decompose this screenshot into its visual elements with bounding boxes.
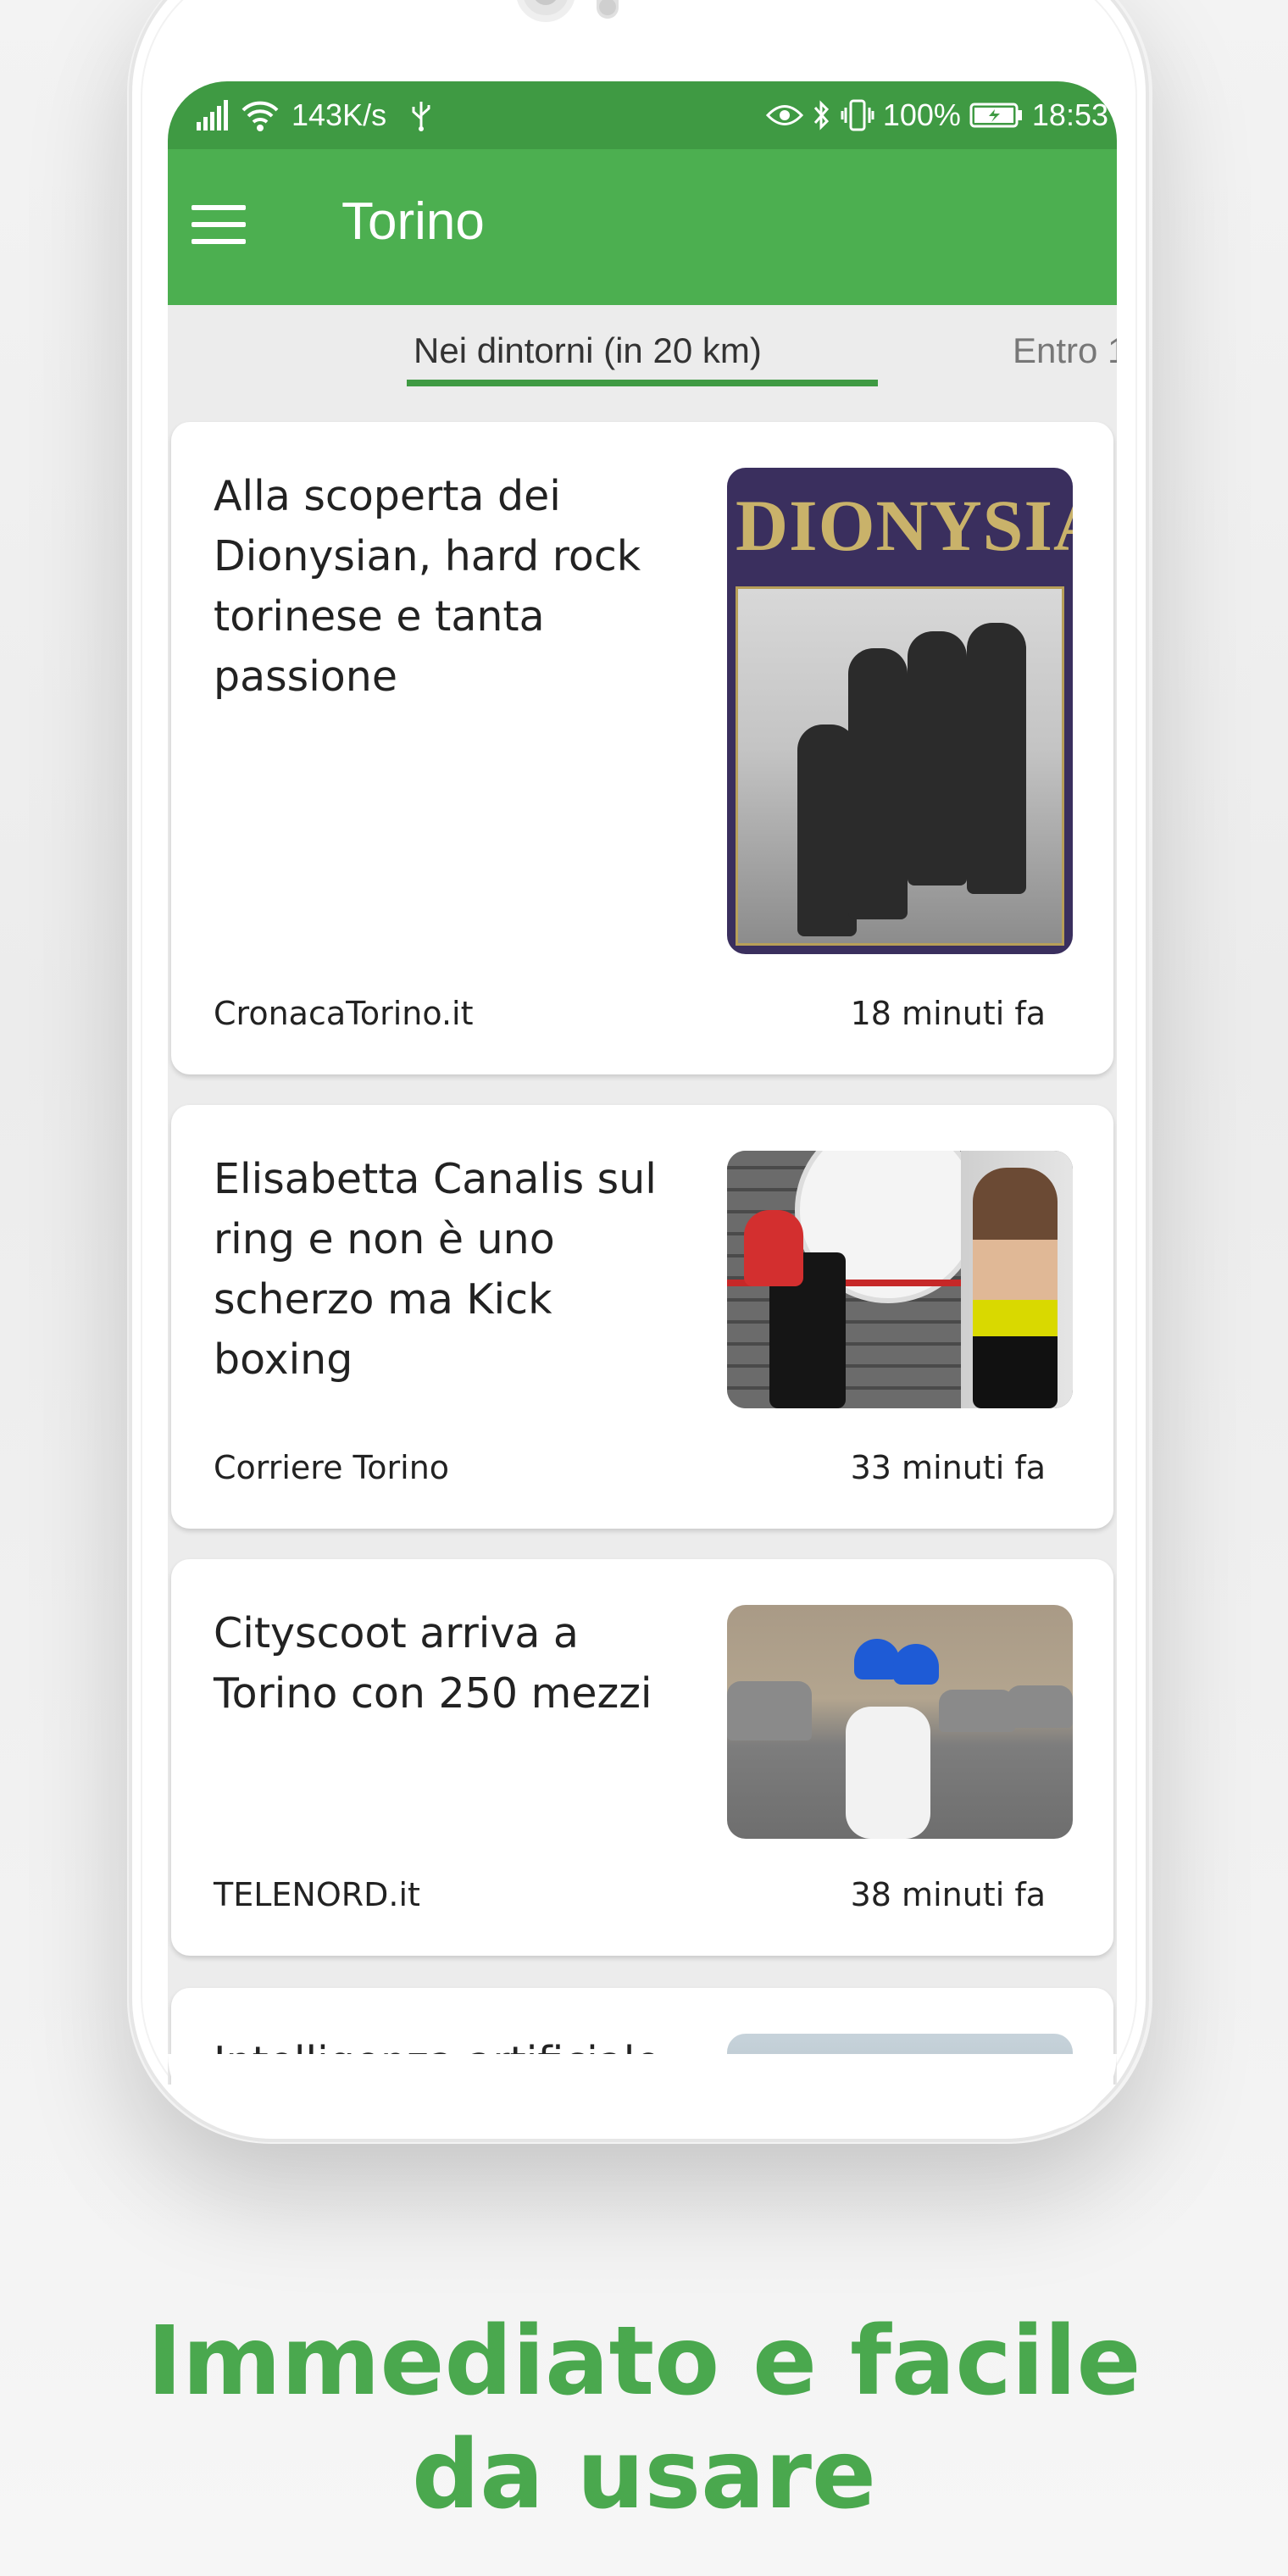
app-bar: Torino xyxy=(168,149,1117,305)
article-time: 18 minuti fa xyxy=(850,995,1046,1032)
battery-icon xyxy=(969,103,1022,128)
band-logo: DIONYSIAN xyxy=(736,485,1073,566)
promo-caption-line1: Immediato e facile xyxy=(147,2307,1141,2417)
tab-bar: Nei dintorni (in 20 km) Entro 1 xyxy=(168,305,1117,400)
article-thumbnail xyxy=(727,1605,1073,1839)
hamburger-menu-icon[interactable] xyxy=(192,205,246,249)
article-time: 33 minuti fa xyxy=(850,1449,1046,1486)
signal-icon xyxy=(197,100,228,130)
article-source: TELENORD.it xyxy=(214,1876,420,1913)
promo-caption: Immediato e facile da usare xyxy=(0,2305,1288,2532)
article-title: Alla scoperta dei Dionysian, hard rock t… xyxy=(214,472,641,701)
app-screen: 143K/s 100% 18:53 Torino Nei dintorni (i… xyxy=(168,81,1117,2085)
article-time: 38 minuti fa xyxy=(850,1876,1046,1913)
tab-indicator xyxy=(407,380,878,386)
net-speed: 143K/s xyxy=(291,97,387,132)
article-thumbnail: DIONYSIAN xyxy=(727,468,1073,954)
article-title: Elisabetta Canalis sul ring e non è uno … xyxy=(214,1155,657,1384)
clock: 18:53 xyxy=(1031,97,1108,132)
article-source: CronacaTorino.it xyxy=(214,995,474,1032)
article-thumbnail xyxy=(727,1151,1073,1408)
tab-within[interactable]: Entro 1 xyxy=(1013,330,1117,371)
wifi-icon xyxy=(242,101,279,131)
news-card[interactable]: Alla scoperta dei Dionysian, hard rock t… xyxy=(171,422,1113,1074)
app-title: Torino xyxy=(341,192,485,251)
article-source: Corriere Torino xyxy=(214,1449,450,1486)
battery-percent: 100% xyxy=(882,97,961,132)
eye-icon xyxy=(765,105,803,125)
status-bar: 143K/s 100% 18:53 xyxy=(168,81,1117,149)
article-title: Cityscoot arriva a Torino con 250 mezzi xyxy=(214,1609,652,1718)
tab-nearby[interactable]: Nei dintorni (in 20 km) xyxy=(414,330,762,371)
vibrate-icon xyxy=(841,99,874,131)
promo-caption-line2: da usare xyxy=(412,2420,876,2530)
news-card[interactable]: Elisabetta Canalis sul ring e non è uno … xyxy=(171,1105,1113,1529)
usb-icon xyxy=(412,102,430,131)
news-card[interactable]: Cityscoot arriva a Torino con 250 mezzi … xyxy=(171,1559,1113,1956)
bluetooth-icon xyxy=(813,100,829,130)
